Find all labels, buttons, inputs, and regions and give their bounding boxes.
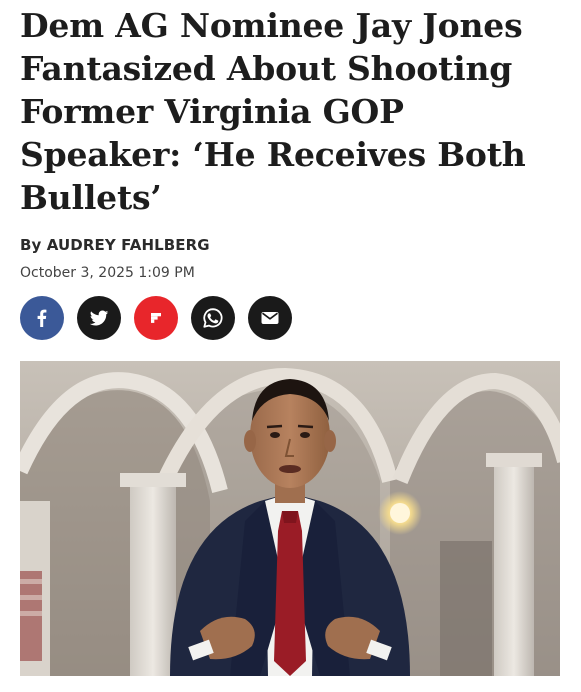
whatsapp-icon [201, 306, 225, 330]
flipboard-icon [149, 311, 163, 325]
author-link[interactable]: AUDREY FAHLBERG [47, 236, 210, 254]
share-whatsapp-button[interactable] [191, 296, 235, 340]
facebook-icon [32, 308, 52, 328]
share-email-button[interactable] [248, 296, 292, 340]
byline-prefix: By [20, 236, 42, 254]
hero-image[interactable] [20, 361, 560, 676]
envelope-icon [259, 307, 281, 329]
share-facebook-button[interactable] [20, 296, 64, 340]
hero-photo-illustration [20, 361, 560, 676]
share-buttons [20, 296, 292, 340]
publish-timestamp: October 3, 2025 1:09 PM [20, 265, 195, 281]
bird-icon [88, 307, 110, 329]
share-x-button[interactable] [77, 296, 121, 340]
share-flipboard-button[interactable] [134, 296, 178, 340]
byline: By AUDREY FAHLBERG [20, 236, 210, 254]
article-headline: Dem AG Nominee Jay Jones Fantasized Abou… [20, 6, 526, 217]
